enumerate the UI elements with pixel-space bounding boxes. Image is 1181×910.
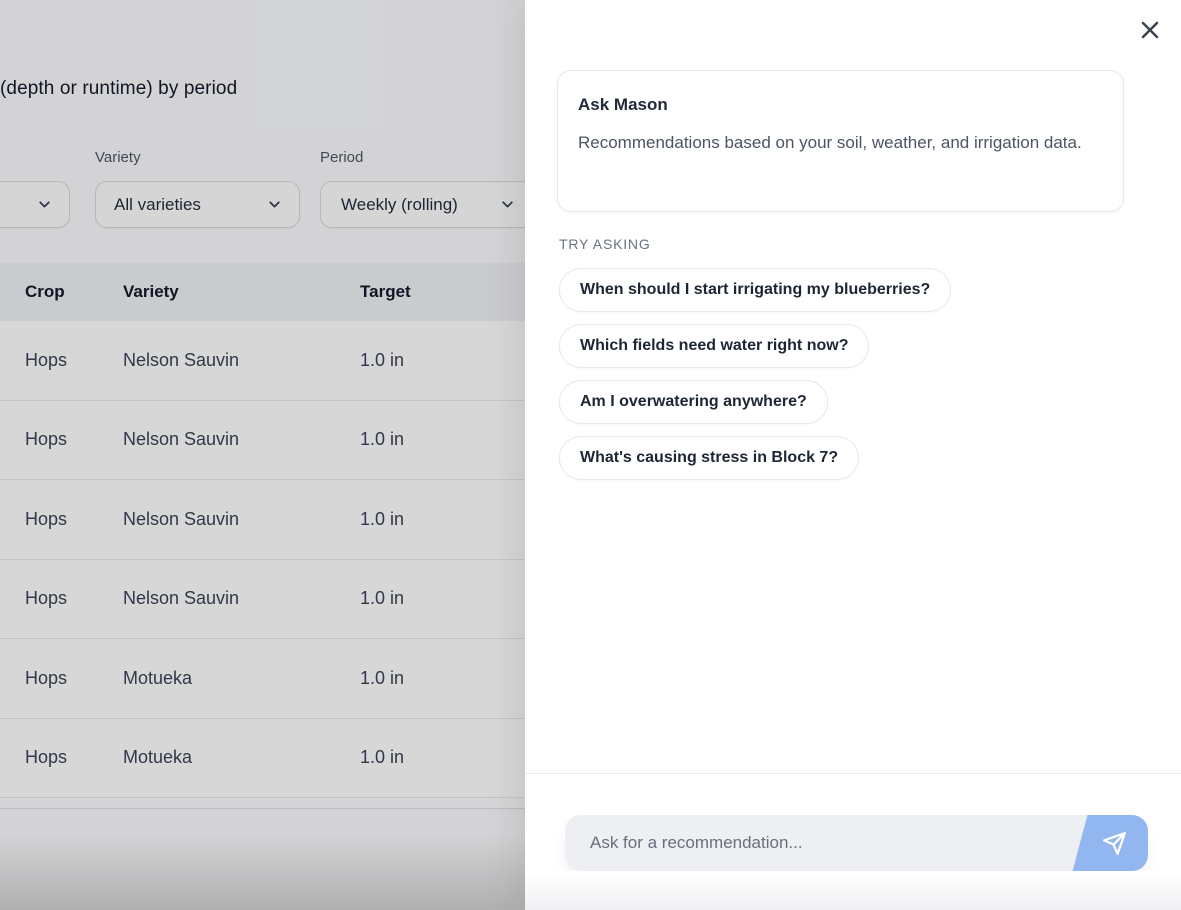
suggestion-chip[interactable]: When should I start irrigating my bluebe… xyxy=(559,268,951,312)
suggestion-chip[interactable]: Which fields need water right now? xyxy=(559,324,869,368)
ask-mason-panel: Ask Mason Recommendations based on your … xyxy=(525,0,1181,910)
recommendation-input[interactable] xyxy=(565,815,1045,871)
panel-bottom-fade xyxy=(525,871,1181,910)
footer-divider xyxy=(525,773,1181,774)
close-icon xyxy=(1138,18,1162,42)
send-button[interactable] xyxy=(1072,815,1148,871)
close-button[interactable] xyxy=(1135,15,1165,45)
composer-bar xyxy=(565,815,1148,871)
app-root: (depth or runtime) by period Variety Per… xyxy=(0,0,1181,910)
assistant-intro-card: Ask Mason Recommendations based on your … xyxy=(557,70,1124,212)
suggestion-chip[interactable]: Am I overwatering anywhere? xyxy=(559,380,828,424)
suggestion-chip[interactable]: What's causing stress in Block 7? xyxy=(559,436,859,480)
assistant-title: Ask Mason xyxy=(578,93,1103,117)
assistant-description: Recommendations based on your soil, weat… xyxy=(578,126,1098,160)
suggestion-chip-list: When should I start irrigating my bluebe… xyxy=(559,268,951,480)
try-asking-heading: TRY ASKING xyxy=(559,236,651,252)
